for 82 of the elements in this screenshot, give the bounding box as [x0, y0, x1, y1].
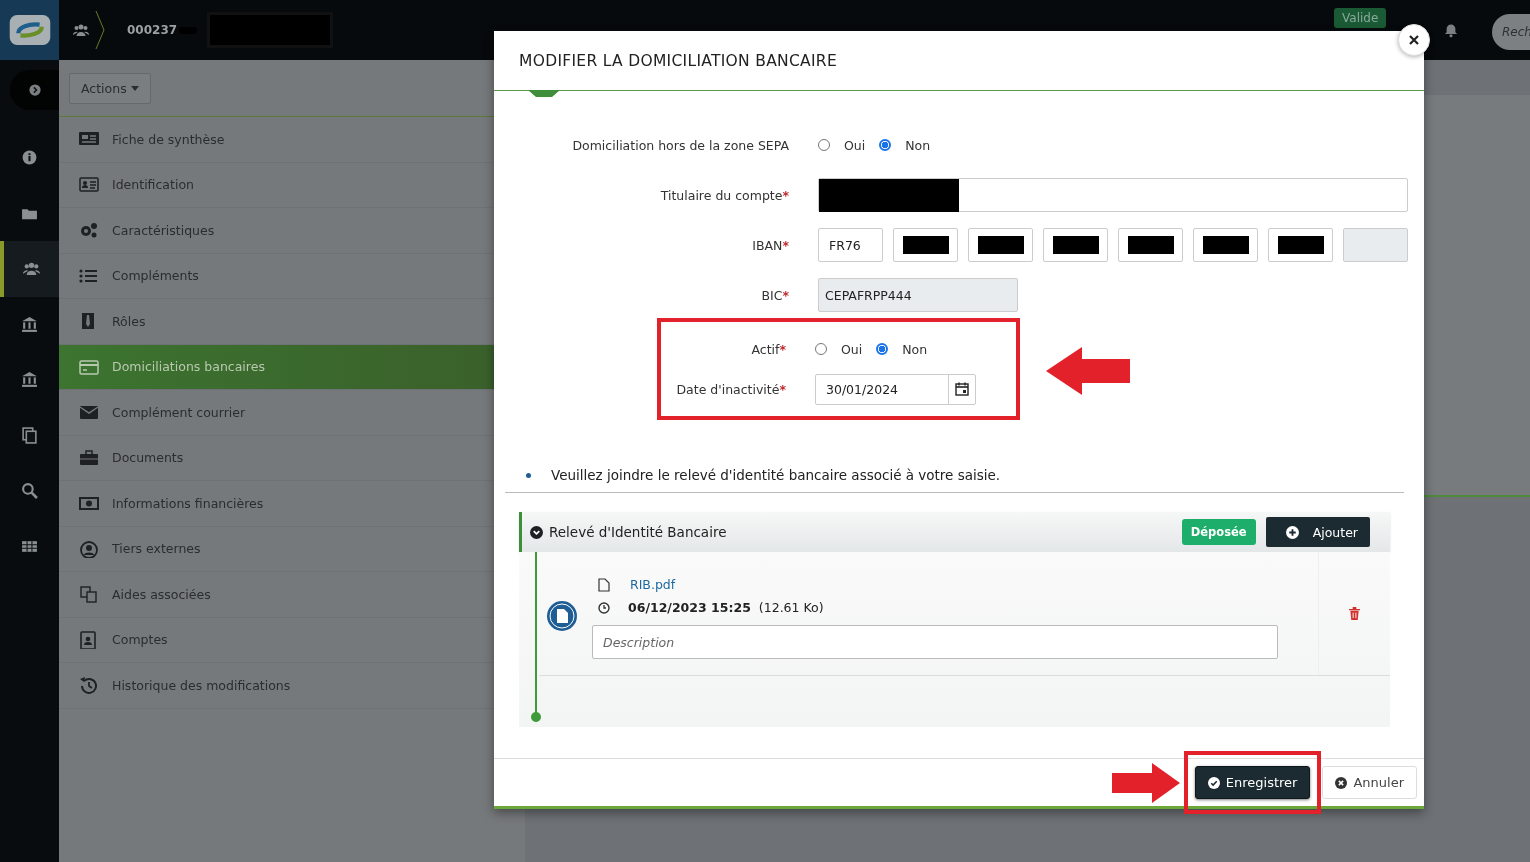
chevron-separator-icon	[95, 10, 105, 50]
account-holder-field[interactable]	[818, 178, 1408, 212]
redaction-block	[1052, 236, 1099, 254]
radio-option[interactable]: Non	[876, 341, 928, 357]
field-label: IBAN*	[751, 237, 789, 253]
panel-title: Relevé d'Identité Bancaire	[549, 524, 728, 540]
notice-text: Veuillez joindre le relevé d'identité bancaire associé à votre saisie.	[551, 467, 1001, 483]
clock-icon	[598, 601, 610, 614]
id-card-icon	[79, 175, 99, 194]
bank-icon	[21, 371, 38, 389]
valid-badge: Valide	[1334, 8, 1387, 28]
file-icon	[598, 577, 610, 592]
modal-title: MODIFIER LA DOMICILIATION BANCAIRE	[519, 51, 837, 70]
banknote-icon	[79, 494, 99, 513]
iban-field	[1343, 228, 1408, 262]
iban-field[interactable]	[893, 228, 958, 262]
documents-icon	[21, 426, 38, 444]
status-badge: Déposée	[1181, 519, 1256, 545]
bullet-icon	[526, 472, 531, 478]
calendar-icon[interactable]	[955, 382, 969, 396]
plus-circle-icon	[1285, 525, 1299, 539]
trash-icon[interactable]	[1349, 607, 1360, 620]
redaction-block	[1127, 236, 1174, 254]
cancel-button[interactable]: Annuler	[1322, 766, 1417, 799]
field-label: Titulaire du compte*	[659, 187, 789, 203]
caret-icon	[130, 85, 139, 91]
radio-option[interactable]: Non	[879, 137, 931, 153]
redaction-block	[902, 236, 949, 254]
redaction-block	[977, 236, 1024, 254]
iban-field[interactable]: FR76	[818, 228, 883, 262]
redaction-block	[1202, 236, 1249, 254]
field-label: Domiciliation hors de la zone SEPA	[571, 137, 789, 153]
close-icon	[1409, 35, 1419, 45]
copy-icon	[79, 585, 99, 604]
check-circle-icon	[1207, 776, 1220, 789]
field-label: Date d'inactivité*	[675, 381, 786, 397]
envelope-icon	[79, 403, 99, 422]
radio-button[interactable]	[815, 343, 827, 355]
close-circle-icon	[1335, 776, 1348, 789]
credit-card-icon	[79, 357, 99, 376]
expand-button[interactable]	[9, 70, 60, 110]
panel-header[interactable]: Relevé d'Identité Bancaire Déposée Ajouter	[519, 512, 1390, 552]
radio-button[interactable]	[876, 343, 889, 355]
iban-field[interactable]	[1268, 228, 1333, 262]
radio-option[interactable]: Oui	[815, 341, 863, 357]
briefcase-icon	[79, 448, 99, 467]
file-badge-icon	[546, 600, 578, 632]
users-icon	[23, 260, 40, 278]
logo-icon	[7, 14, 52, 46]
description-field[interactable]: Description	[592, 625, 1278, 659]
iban-field[interactable]	[1043, 228, 1108, 262]
record-number: 000237	[127, 23, 178, 37]
iban-field[interactable]	[968, 228, 1033, 262]
iban-field[interactable]	[1193, 228, 1258, 262]
iban-field[interactable]	[1118, 228, 1183, 262]
users-icon	[73, 22, 89, 38]
date-field[interactable]: 30/01/2024	[815, 373, 976, 405]
redaction-block	[1277, 236, 1324, 254]
search-icon	[21, 482, 38, 500]
file-size: (12.61 Ko)	[758, 600, 824, 615]
radio-button[interactable]	[879, 139, 892, 151]
save-button[interactable]: Enregistrer	[1194, 766, 1311, 799]
bank-icon	[21, 315, 38, 333]
radio-button[interactable]	[818, 139, 830, 151]
history-icon	[79, 676, 99, 695]
file-link[interactable]: RIB.pdf	[630, 577, 676, 592]
logo-tile[interactable]	[0, 0, 59, 60]
bic-field: CEPAFRPP444	[818, 278, 1018, 312]
radio-option[interactable]: Oui	[818, 137, 866, 153]
rail-item[interactable]	[0, 241, 59, 297]
info-circle-icon	[21, 149, 38, 167]
chevron-circle-icon	[28, 84, 41, 96]
annotation-arrow	[1111, 762, 1180, 803]
gears-icon	[79, 221, 99, 240]
notch-icon	[528, 90, 560, 98]
add-button[interactable]: Ajouter	[1265, 517, 1370, 547]
actions-dropdown-button[interactable]: Actions	[69, 72, 151, 104]
file-date: 06/12/2023 15:25	[628, 600, 751, 615]
bell-icon[interactable]	[1444, 23, 1458, 38]
contact-book-icon	[79, 630, 99, 649]
field-label: BIC*	[760, 287, 789, 303]
field-label: Actif*	[750, 341, 786, 357]
